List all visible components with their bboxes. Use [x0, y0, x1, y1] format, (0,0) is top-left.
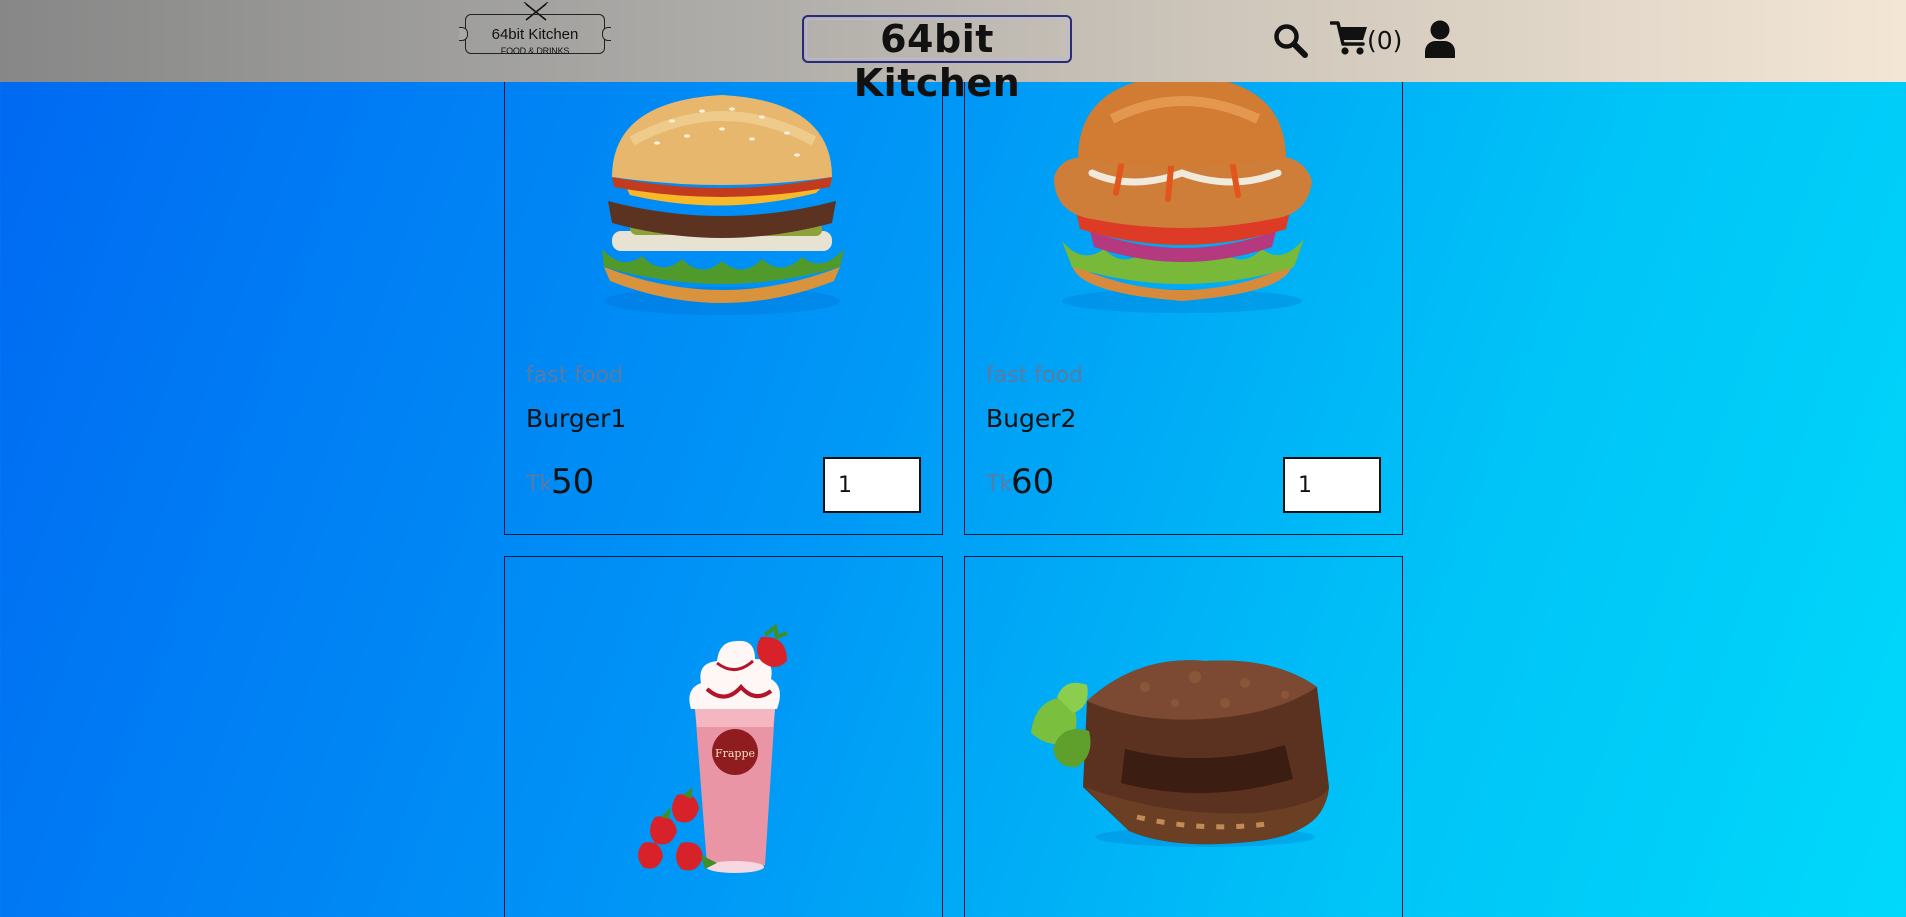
product-name[interactable]: Buger2: [986, 404, 1076, 433]
price-currency: Tk: [526, 472, 553, 497]
product-price: 60: [1011, 462, 1055, 502]
site-header: 64bit Kitchen FOOD & DRINKS 64bit Kitche…: [0, 0, 1906, 105]
cart-count[interactable]: (0): [1367, 26, 1402, 55]
strawberry-frappe-image: Frappe: [638, 623, 788, 873]
search-icon[interactable]: [1272, 22, 1308, 58]
logo-tagline: FOOD & DRINKS: [500, 46, 570, 56]
burger-image: [602, 95, 844, 315]
quantity-input[interactable]: [823, 457, 921, 513]
product-category: fast food: [986, 363, 1083, 388]
product-category: fast food: [526, 363, 623, 388]
price-currency: Tk: [986, 472, 1013, 497]
svg-text:Frappe: Frappe: [715, 747, 755, 760]
shopping-cart-icon[interactable]: [1330, 20, 1368, 56]
site-logo[interactable]: 64bit Kitchen FOOD & DRINKS: [459, 2, 611, 72]
product-card[interactable]: fast food Buger2 Tk 60: [964, 30, 1403, 535]
product-price: 50: [551, 462, 595, 502]
product-card[interactable]: Frappe: [504, 556, 943, 917]
user-icon[interactable]: [1424, 20, 1456, 58]
quantity-input[interactable]: [1283, 457, 1381, 513]
product-card[interactable]: [964, 556, 1403, 917]
logo-name: 64bit Kitchen: [491, 26, 579, 43]
product-name[interactable]: Burger1: [526, 404, 626, 433]
chicken-burger-image: [1054, 75, 1312, 313]
site-title[interactable]: 64bit Kitchen: [802, 15, 1072, 105]
brownie-image: [1031, 660, 1329, 847]
product-card[interactable]: fast food Burger1 Tk 50: [504, 30, 943, 535]
